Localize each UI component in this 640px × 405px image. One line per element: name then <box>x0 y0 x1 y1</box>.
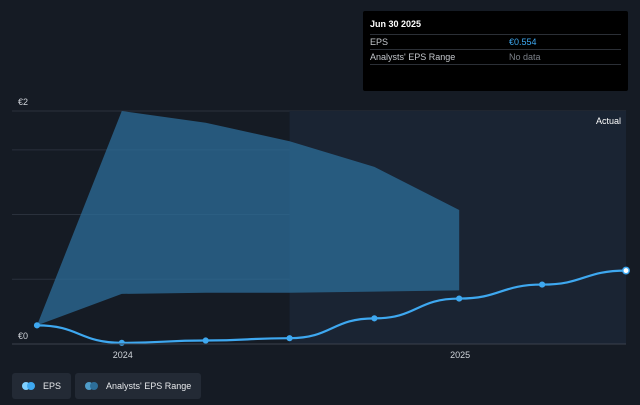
y-tick-label: €0 <box>18 331 28 341</box>
eps-point <box>33 322 41 329</box>
eps-point <box>371 315 378 322</box>
legend-item-eps[interactable]: EPS <box>12 373 72 399</box>
tooltip-row-range: Analysts' EPS Range No data <box>370 49 621 64</box>
legend-label-range: Analysts' EPS Range <box>106 381 192 391</box>
eps-point <box>622 266 630 275</box>
legend: EPS Analysts' EPS Range <box>12 373 202 399</box>
eps-point <box>286 335 293 342</box>
tooltip-value-range: No data <box>509 52 541 62</box>
tooltip-label-range: Analysts' EPS Range <box>370 52 456 62</box>
range-legend-icon <box>85 382 99 390</box>
tooltip: Jun 30 2025 EPS €0.554 Analysts' EPS Ran… <box>363 11 628 91</box>
actual-label: Actual <box>596 116 621 126</box>
eps-legend-icon <box>22 382 36 390</box>
tooltip-row-eps: EPS €0.554 <box>370 34 621 49</box>
legend-item-range[interactable]: Analysts' EPS Range <box>75 373 202 399</box>
x-tick-label: 2024 <box>113 350 133 360</box>
eps-point <box>456 295 463 302</box>
eps-point <box>118 339 125 346</box>
y-tick-label: €2 <box>18 97 28 107</box>
tooltip-divider <box>370 64 621 65</box>
tooltip-label-eps: EPS <box>370 37 389 47</box>
legend-label-eps: EPS <box>43 381 62 391</box>
eps-point <box>202 337 209 344</box>
tooltip-title: Jun 30 2025 <box>370 19 422 29</box>
eps-point <box>539 281 546 288</box>
x-tick-label: 2025 <box>450 350 470 360</box>
tooltip-value-eps: €0.554 <box>509 37 537 47</box>
